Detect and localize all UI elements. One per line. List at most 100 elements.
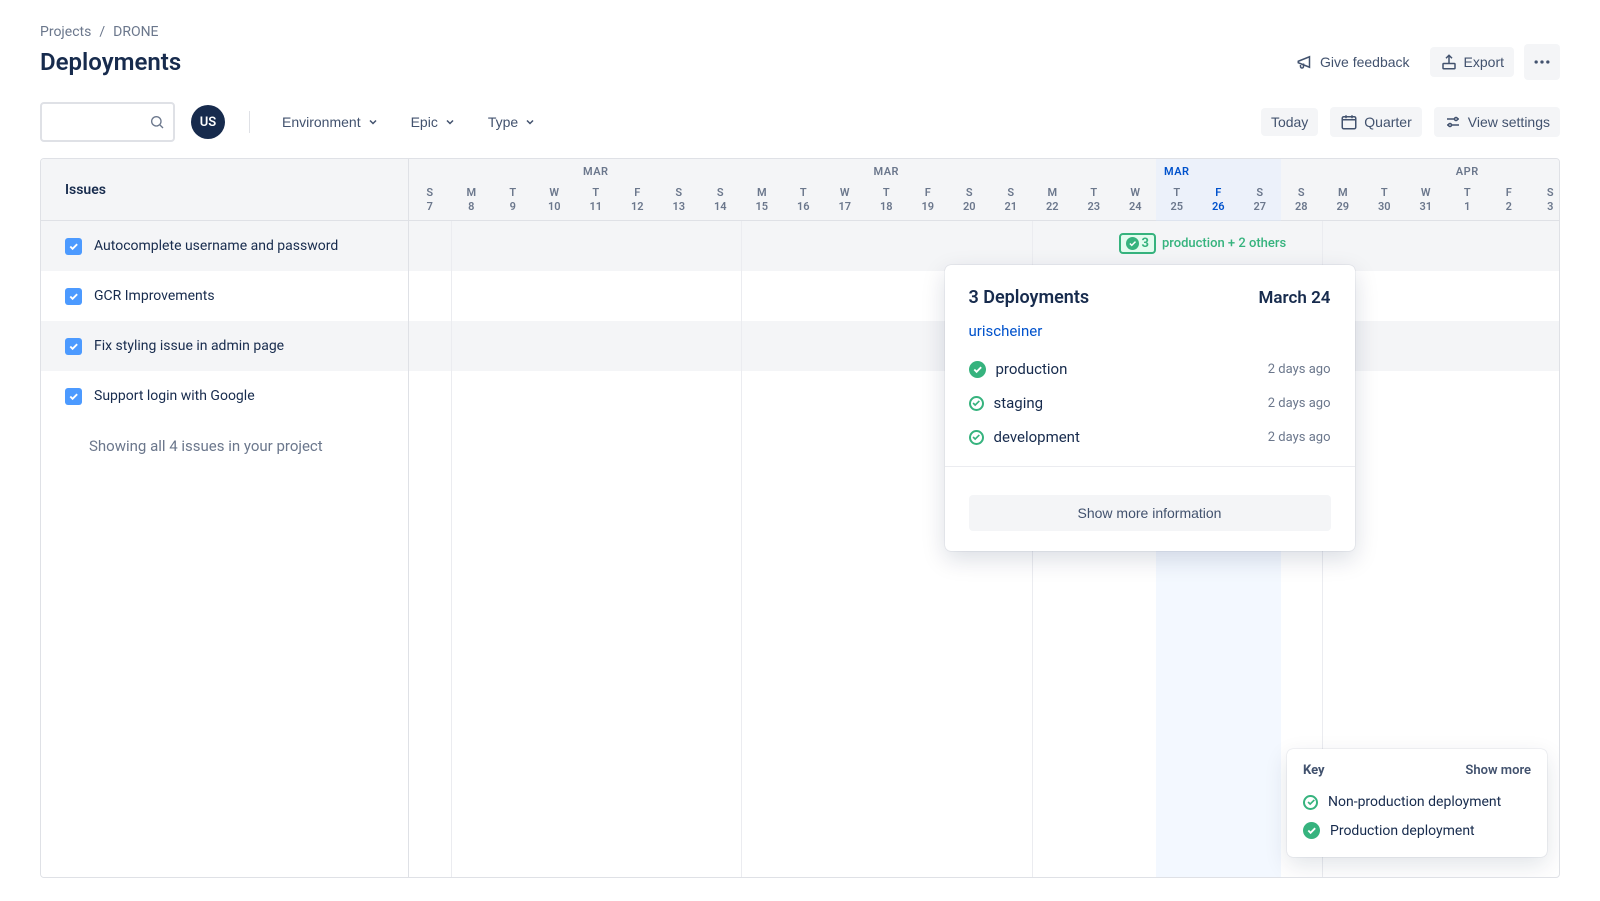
env-time: 2 days ago bbox=[1268, 396, 1331, 411]
day-column: S7 bbox=[409, 159, 451, 220]
popover-date: March 24 bbox=[1259, 288, 1331, 308]
range-label: Quarter bbox=[1364, 114, 1411, 130]
day-column: W24 bbox=[1115, 159, 1157, 220]
more-horizontal-icon bbox=[1532, 52, 1552, 72]
key-title: Key bbox=[1303, 763, 1325, 778]
export-button[interactable]: Export bbox=[1430, 47, 1514, 77]
breadcrumb-projects[interactable]: Projects bbox=[40, 24, 91, 40]
day-column: F26 bbox=[1198, 159, 1240, 220]
key-show-more[interactable]: Show more bbox=[1465, 763, 1531, 778]
today-label: Today bbox=[1271, 114, 1308, 130]
week-label: APR bbox=[1456, 165, 1479, 178]
search-box[interactable] bbox=[40, 102, 175, 142]
export-label: Export bbox=[1464, 54, 1504, 70]
popover-assignee-link[interactable]: urischeiner bbox=[969, 322, 1331, 340]
day-column: F19 bbox=[907, 159, 949, 220]
key-item: Production deployment bbox=[1303, 816, 1531, 845]
issue-type-task-icon bbox=[65, 288, 82, 305]
issue-row[interactable]: Autocomplete username and password bbox=[41, 221, 408, 271]
day-column: T23 bbox=[1073, 159, 1115, 220]
range-button[interactable]: Quarter bbox=[1330, 107, 1421, 137]
filter-label: Environment bbox=[282, 114, 361, 130]
give-feedback-label: Give feedback bbox=[1320, 54, 1410, 70]
timeline: Issues Autocomplete username and passwor… bbox=[40, 158, 1560, 878]
search-icon bbox=[149, 114, 165, 130]
breadcrumb-project[interactable]: DRONE bbox=[113, 24, 158, 40]
day-column: S28 bbox=[1281, 159, 1323, 220]
check-circle-filled-icon bbox=[969, 361, 986, 378]
day-column: M8 bbox=[451, 159, 493, 220]
toolbar: US Environment Epic Type Today Quarter bbox=[40, 102, 1560, 142]
day-column: T16 bbox=[783, 159, 825, 220]
give-feedback-button[interactable]: Give feedback bbox=[1286, 47, 1420, 77]
env-time: 2 days ago bbox=[1268, 430, 1331, 445]
env-name: staging bbox=[994, 394, 1044, 412]
check-circle-filled-icon bbox=[1303, 822, 1320, 839]
chevron-down-icon bbox=[367, 116, 379, 128]
today-button[interactable]: Today bbox=[1261, 108, 1318, 136]
export-icon bbox=[1440, 53, 1458, 71]
day-column: M22 bbox=[1032, 159, 1074, 220]
env-name: production bbox=[996, 360, 1068, 378]
breadcrumb: Projects / DRONE bbox=[40, 24, 1560, 40]
day-column: S21 bbox=[990, 159, 1032, 220]
filter-environment[interactable]: Environment bbox=[274, 108, 387, 136]
date-header: S7MARM8T9W10T11F12S13S14MARM15T16W17T18F… bbox=[409, 159, 1559, 221]
filter-type[interactable]: Type bbox=[480, 108, 544, 136]
day-column: W10 bbox=[534, 159, 576, 220]
week-divider bbox=[451, 221, 452, 877]
day-column: S20 bbox=[949, 159, 991, 220]
issues-footer: Showing all 4 issues in your project bbox=[41, 421, 408, 471]
key-item-label: Production deployment bbox=[1330, 823, 1475, 839]
chevron-down-icon bbox=[524, 116, 536, 128]
key-item: Non-production deployment bbox=[1303, 788, 1531, 816]
week-label: MAR bbox=[1164, 165, 1190, 178]
day-column: F12 bbox=[617, 159, 659, 220]
day-column: S27 bbox=[1239, 159, 1281, 220]
issue-title: Support login with Google bbox=[94, 388, 255, 404]
issue-type-task-icon bbox=[65, 338, 82, 355]
issue-type-task-icon bbox=[65, 388, 82, 405]
avatar[interactable]: US bbox=[191, 105, 225, 139]
day-column: S14 bbox=[700, 159, 742, 220]
filter-epic[interactable]: Epic bbox=[403, 108, 464, 136]
week-divider bbox=[741, 221, 742, 877]
popover-env-row: staging 2 days ago bbox=[969, 386, 1331, 420]
page-title: Deployments bbox=[40, 48, 181, 76]
view-settings-label: View settings bbox=[1468, 114, 1550, 130]
issue-row[interactable]: Support login with Google bbox=[41, 371, 408, 421]
show-more-info-button[interactable]: Show more information bbox=[969, 495, 1331, 531]
filter-label: Type bbox=[488, 114, 518, 130]
view-settings-button[interactable]: View settings bbox=[1434, 107, 1560, 137]
key-legend: Key Show more Non-production deployment P… bbox=[1287, 749, 1547, 857]
chevron-down-icon bbox=[444, 116, 456, 128]
issue-title: Fix styling issue in admin page bbox=[94, 338, 284, 354]
timeline-row: 3 production + 2 others bbox=[409, 221, 1559, 271]
search-input[interactable] bbox=[50, 114, 149, 130]
day-column: F2 bbox=[1488, 159, 1530, 220]
calendar-icon bbox=[1340, 113, 1358, 131]
issue-row[interactable]: Fix styling issue in admin page bbox=[41, 321, 408, 371]
popover-env-row: development 2 days ago bbox=[969, 420, 1331, 454]
pill-count: 3 bbox=[1142, 236, 1149, 251]
settings-icon bbox=[1444, 113, 1462, 131]
day-column: W17 bbox=[824, 159, 866, 220]
week-label: MAR bbox=[583, 165, 609, 178]
day-column: M29 bbox=[1322, 159, 1364, 220]
popover-title: 3 Deployments bbox=[969, 287, 1090, 308]
popover-env-row: production 2 days ago bbox=[969, 352, 1331, 386]
issue-row[interactable]: GCR Improvements bbox=[41, 271, 408, 321]
check-circle-filled-icon bbox=[1126, 237, 1139, 250]
week-label: MAR bbox=[873, 165, 899, 178]
issue-title: Autocomplete username and password bbox=[94, 238, 338, 254]
deployment-pill[interactable]: 3 production + 2 others bbox=[1119, 233, 1287, 254]
check-circle-outline-icon bbox=[1303, 795, 1318, 810]
day-column: S13 bbox=[658, 159, 700, 220]
check-circle-outline-icon bbox=[969, 396, 984, 411]
check-circle-outline-icon bbox=[969, 430, 984, 445]
more-actions-button[interactable] bbox=[1524, 44, 1560, 80]
env-name: development bbox=[994, 428, 1080, 446]
day-column: M15 bbox=[741, 159, 783, 220]
megaphone-icon bbox=[1296, 53, 1314, 71]
env-time: 2 days ago bbox=[1268, 362, 1331, 377]
